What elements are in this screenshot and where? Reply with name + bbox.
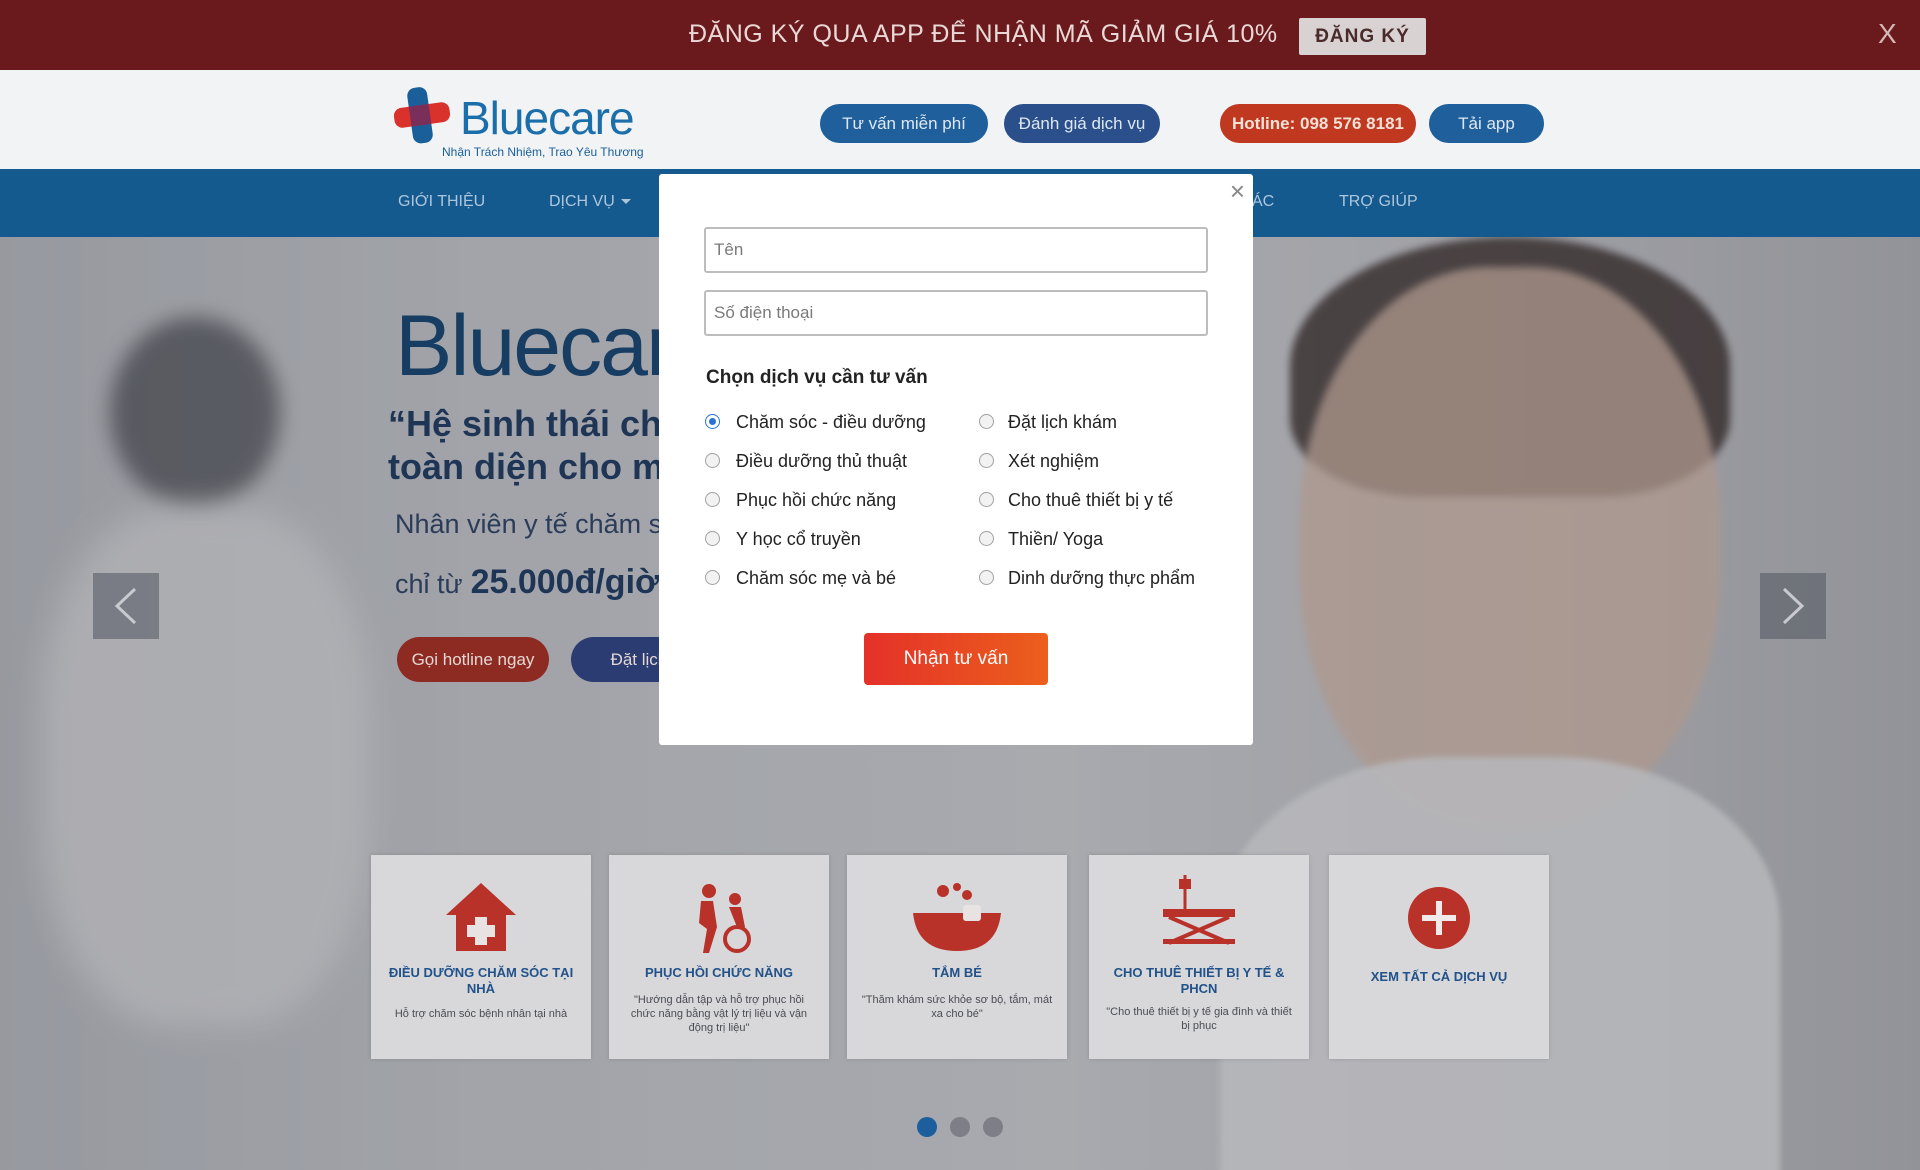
radio-button[interactable] — [979, 453, 994, 468]
option-label: Điều dưỡng thủ thuật — [736, 451, 907, 471]
radio-button[interactable] — [979, 414, 994, 429]
promo-banner: ĐĂNG KÝ QUA APP ĐỂ NHẬN MÃ GIẢM GIÁ 10% … — [0, 0, 1920, 70]
free-consult-button[interactable]: Tư vấn miễn phí — [820, 104, 988, 143]
option-label: Xét nghiệm — [1008, 451, 1100, 471]
option-label: Chăm sóc - điều dưỡng — [736, 412, 926, 432]
promo-register-button[interactable]: ĐĂNG KÝ — [1299, 18, 1426, 55]
plus-circle-icon — [1408, 887, 1470, 949]
radio-button[interactable] — [979, 570, 994, 585]
slider-pagination — [917, 1117, 1016, 1142]
nav-item-label: TRỢ GIÚP — [1339, 193, 1418, 210]
card-description: Hỗ trợ chăm sóc bệnh nhân tại nhà — [394, 1008, 568, 1020]
price-value: 25.000đ/giờ — [470, 563, 660, 601]
slider-dot[interactable] — [950, 1117, 970, 1137]
close-icon[interactable]: × — [1230, 176, 1245, 206]
service-card-home-care[interactable]: ĐIỀU DƯỠNG CHĂM SÓC TẠI NHÀ Hỗ trợ chăm … — [371, 855, 591, 1059]
card-description: "Cho thuê thiết bị y tế gia đình và thiế… — [1106, 1006, 1292, 1032]
rate-service-button[interactable]: Đánh giá dịch vụ — [1004, 104, 1160, 143]
promo-text: ĐĂNG KÝ QUA APP ĐỂ NHẬN MÃ GIẢM GIÁ 10% — [689, 20, 1278, 48]
slider-dot[interactable] — [917, 1117, 937, 1137]
radio-button[interactable] — [705, 414, 720, 429]
house-plus-icon — [446, 883, 516, 951]
service-select-heading: Chọn dịch vụ cần tư vấn — [706, 367, 928, 388]
hotline-button[interactable]: Hotline: 098 576 8181 — [1220, 104, 1416, 143]
hospital-bed-icon — [1163, 875, 1235, 945]
wheelchair-icon — [699, 884, 751, 953]
chevron-down-icon — [620, 199, 631, 205]
slider-dot[interactable] — [983, 1117, 1003, 1137]
option-label: Cho thuê thiết bị y tế — [1008, 490, 1174, 510]
promo-close-button[interactable]: X — [1878, 17, 1897, 51]
chevron-left-icon — [114, 587, 137, 625]
call-hotline-button[interactable]: Gọi hotline ngay — [397, 637, 549, 682]
download-app-button[interactable]: Tải app — [1429, 104, 1544, 143]
hero-price: chỉ từ 25.000đ/giờ — [395, 563, 659, 602]
bluecare-logo[interactable]: Bluecare Nhận Trách Nhiệm, Trao Yêu Thươ… — [390, 83, 670, 163]
nav-item-label: GIỚI THIỆU — [398, 193, 486, 210]
card-title: CHO THUÊ THIẾT BỊ Y TẾ & PHCN — [1113, 965, 1285, 996]
price-prefix: chỉ từ — [395, 569, 463, 599]
phone-input[interactable] — [704, 290, 1208, 336]
service-card-equipment[interactable]: CHO THUÊ THIẾT BỊ Y TẾ & PHCN "Cho thuê … — [1089, 855, 1309, 1059]
option-label: Y học cổ truyền — [736, 529, 861, 549]
nav-item-label: ÁC — [1252, 193, 1275, 210]
card-title: TẮM BÉ — [932, 965, 982, 980]
chevron-right-icon — [1782, 587, 1805, 625]
card-title: PHỤC HỒI CHỨC NĂNG — [644, 965, 793, 980]
option-label: Đặt lịch khám — [1008, 412, 1118, 432]
baby-bath-icon — [913, 883, 1001, 951]
nav-item-label: DỊCH VỤ — [549, 193, 615, 210]
card-title: ĐIỀU DƯỠNG CHĂM SÓC TẠI NHÀ — [388, 965, 574, 996]
consultation-modal: × Chọn dịch vụ cần tư vấn Chăm sóc - điề… — [659, 174, 1253, 745]
radio-button[interactable] — [705, 570, 720, 585]
cross-logo-icon — [393, 87, 451, 144]
option-label: Phục hồi chức năng — [736, 490, 897, 510]
hero-headline: “Hệ sinh thái ch toàn diện cho m — [388, 402, 664, 488]
get-consultation-button[interactable]: Nhận tư vấn — [864, 633, 1048, 685]
name-input[interactable] — [704, 227, 1208, 273]
card-title: XEM TẤT CẢ DỊCH VỤ — [1370, 969, 1508, 984]
radio-button[interactable] — [705, 531, 720, 546]
logo-wordmark: Bluecare — [460, 92, 635, 144]
nav-item-about[interactable]: GIỚI THIỆU — [398, 193, 485, 211]
slider-next-button[interactable] — [1760, 573, 1826, 639]
logo-tagline: Nhận Trách Nhiệm, Trao Yêu Thương — [442, 145, 644, 159]
service-card-rehab[interactable]: PHỤC HỒI CHỨC NĂNG "Hướng dẫn tập và hỗ … — [609, 855, 829, 1059]
hero-headline-line: toàn diện cho m — [388, 446, 665, 487]
option-label: Thiền/ Yoga — [1008, 529, 1104, 549]
radio-button[interactable] — [979, 492, 994, 507]
slider-prev-button[interactable] — [93, 573, 159, 639]
nav-item-partial[interactable]: ÁC — [1252, 193, 1274, 211]
card-description: "Thăm khám sức khỏe sơ bộ, tắm, mát xa c… — [861, 994, 1053, 1020]
hero-subtitle: Nhân viên y tế chăm s — [395, 509, 663, 539]
radio-button[interactable] — [705, 492, 720, 507]
nav-item-help[interactable]: TRỢ GIÚP — [1339, 193, 1418, 211]
option-label: Chăm sóc mẹ và bé — [736, 568, 897, 588]
service-card-baby-bath[interactable]: TẮM BÉ "Thăm khám sức khỏe sơ bộ, tắm, m… — [847, 855, 1067, 1059]
option-label: Dinh dưỡng thực phẩm — [1008, 568, 1195, 588]
radio-button[interactable] — [979, 531, 994, 546]
service-card-view-all[interactable]: XEM TẤT CẢ DỊCH VỤ — [1329, 855, 1549, 1059]
radio-button[interactable] — [705, 453, 720, 468]
hero-logo: Bluecar — [395, 298, 675, 394]
nav-item-services[interactable]: DỊCH VỤ — [549, 193, 631, 211]
card-description: "Hướng dẫn tập và hỗ trợ phục hồi chức n… — [630, 994, 808, 1034]
hero-headline-line: “Hệ sinh thái ch — [388, 403, 663, 444]
